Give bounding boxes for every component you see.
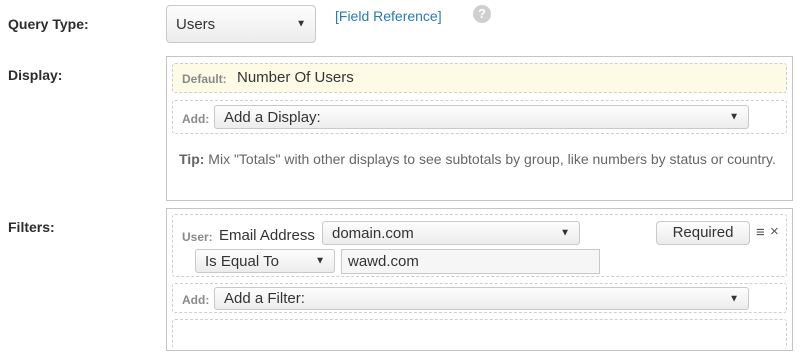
query-type-label: Query Type: [8,16,89,32]
query-type-value: Users [176,15,216,33]
add-display-select-value: Add a Display: [224,108,321,126]
default-prefix: Default: [182,72,227,86]
display-label: Display: [8,67,63,83]
filters-panel: User: Email Address domain.com ▼ Require… [166,208,793,351]
chevron-down-icon: ▼ [729,293,739,304]
filter-row: User: Email Address domain.com ▼ Require… [172,214,787,277]
query-type-select[interactable]: Users ▼ [166,5,316,43]
chevron-down-icon: ▼ [296,18,306,30]
filter-value-input[interactable]: wawd.com [341,249,600,274]
filter-field-select-value: domain.com [332,224,414,242]
filters-label: Filters: [8,219,55,235]
chevron-down-icon: ▼ [729,111,739,123]
add-display-prefix: Add: [182,112,210,126]
reorder-icon[interactable]: ≡ [756,224,765,241]
tip-prefix: Tip: [179,151,205,167]
filter-field-select[interactable]: domain.com ▼ [322,221,580,245]
required-button[interactable]: Required [656,221,750,245]
filter-field-name: Email Address [219,227,315,244]
display-panel: Default: Number Of Users Add: Add a Disp… [166,56,793,201]
display-tip: Tip: Mix "Totals" with other displays to… [179,148,779,170]
add-display-row: Add: Add a Display: ▼ [172,100,787,134]
chevron-down-icon: ▼ [315,255,325,267]
operator-select-value: Is Equal To [205,252,279,270]
filter-drop-area [172,319,787,349]
default-display-value: Number Of Users [237,69,354,86]
field-reference-link[interactable]: [Field Reference] [335,8,442,24]
help-icon[interactable]: ? [473,5,491,23]
add-filter-select[interactable]: Add a Filter: ▼ [214,287,749,310]
operator-select[interactable]: Is Equal To ▼ [195,249,335,273]
add-filter-row: Add: Add a Filter: ▼ [172,283,787,313]
add-display-select[interactable]: Add a Display: ▼ [214,105,749,129]
default-display-row: Default: Number Of Users [172,63,787,93]
close-icon[interactable]: × [770,223,779,240]
add-filter-prefix: Add: [182,293,210,307]
chevron-down-icon: ▼ [560,227,570,239]
tip-text: Mix "Totals" with other displays to see … [204,151,776,167]
add-filter-select-value: Add a Filter: [224,290,305,307]
filter-prefix: User: [182,230,213,244]
